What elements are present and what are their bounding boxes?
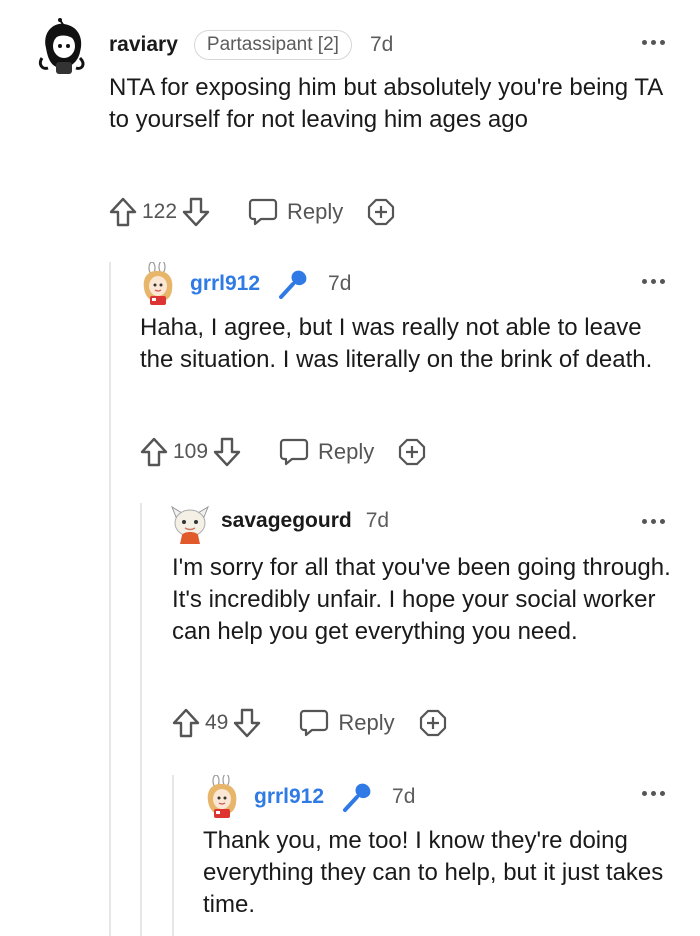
upvote-icon[interactable]: [171, 707, 201, 739]
thread-line-level-2[interactable]: [140, 503, 142, 936]
username[interactable]: grrl912: [254, 785, 324, 809]
timestamp: 7d: [392, 785, 416, 808]
reply-icon: [278, 437, 310, 467]
mic-icon: [340, 780, 374, 814]
upvote-icon[interactable]: [108, 196, 138, 228]
more-options-icon[interactable]: [642, 40, 666, 48]
upvote-icon[interactable]: [139, 436, 169, 468]
comment-header: grrl912 7d: [254, 780, 415, 814]
vote-count: 122: [142, 200, 178, 223]
comment-header: savagegourd 7d: [221, 509, 389, 533]
username[interactable]: raviary: [109, 33, 178, 57]
downvote-icon[interactable]: [212, 436, 242, 468]
comment-actions: 122 Reply: [108, 192, 397, 232]
award-icon[interactable]: [396, 436, 428, 468]
downvote-icon[interactable]: [181, 196, 211, 228]
comment-body: Haha, I agree, but I was really not able…: [140, 314, 653, 373]
avatar[interactable]: [202, 775, 244, 819]
more-options-icon[interactable]: [642, 791, 666, 799]
comment-actions: 49 Reply: [171, 703, 449, 743]
more-options-icon[interactable]: [642, 519, 666, 527]
username[interactable]: grrl912: [190, 272, 260, 296]
comment-header: grrl912 7d: [190, 267, 351, 301]
user-flair: Partassipant [2]: [193, 30, 352, 60]
comment-body: Thank you, me too! I know they're doing …: [203, 827, 664, 918]
reply-button[interactable]: Reply: [278, 437, 374, 467]
reply-button[interactable]: Reply: [247, 197, 343, 227]
reply-button[interactable]: Reply: [298, 708, 395, 738]
comment-body: I'm sorry for all that you've been going…: [172, 554, 671, 645]
avatar[interactable]: [138, 262, 180, 306]
mic-icon: [276, 267, 310, 301]
timestamp: 7d: [369, 33, 394, 56]
vote-count: 49: [205, 711, 229, 734]
timestamp: 7d: [328, 272, 352, 295]
reply-label: Reply: [318, 439, 375, 464]
thread-line-level-1[interactable]: [109, 262, 111, 936]
username[interactable]: savagegourd: [221, 509, 352, 533]
downvote-icon[interactable]: [232, 707, 262, 739]
award-icon[interactable]: [417, 707, 449, 739]
award-icon[interactable]: [365, 196, 397, 228]
vote-count: 109: [173, 440, 209, 463]
reply-icon: [298, 708, 330, 738]
comment-actions: 109 Reply: [139, 432, 428, 472]
reply-icon: [247, 197, 279, 227]
comment-body: NTA for exposing him but absolutely you'…: [109, 74, 662, 133]
reply-label: Reply: [287, 199, 344, 224]
comment-header: raviary Partassipant [2] 7d: [109, 30, 393, 60]
avatar[interactable]: [170, 503, 210, 545]
avatar[interactable]: [36, 18, 88, 78]
more-options-icon[interactable]: [642, 279, 666, 287]
timestamp: 7d: [365, 509, 390, 532]
thread-line-level-3[interactable]: [172, 775, 174, 936]
reply-label: Reply: [338, 710, 395, 735]
